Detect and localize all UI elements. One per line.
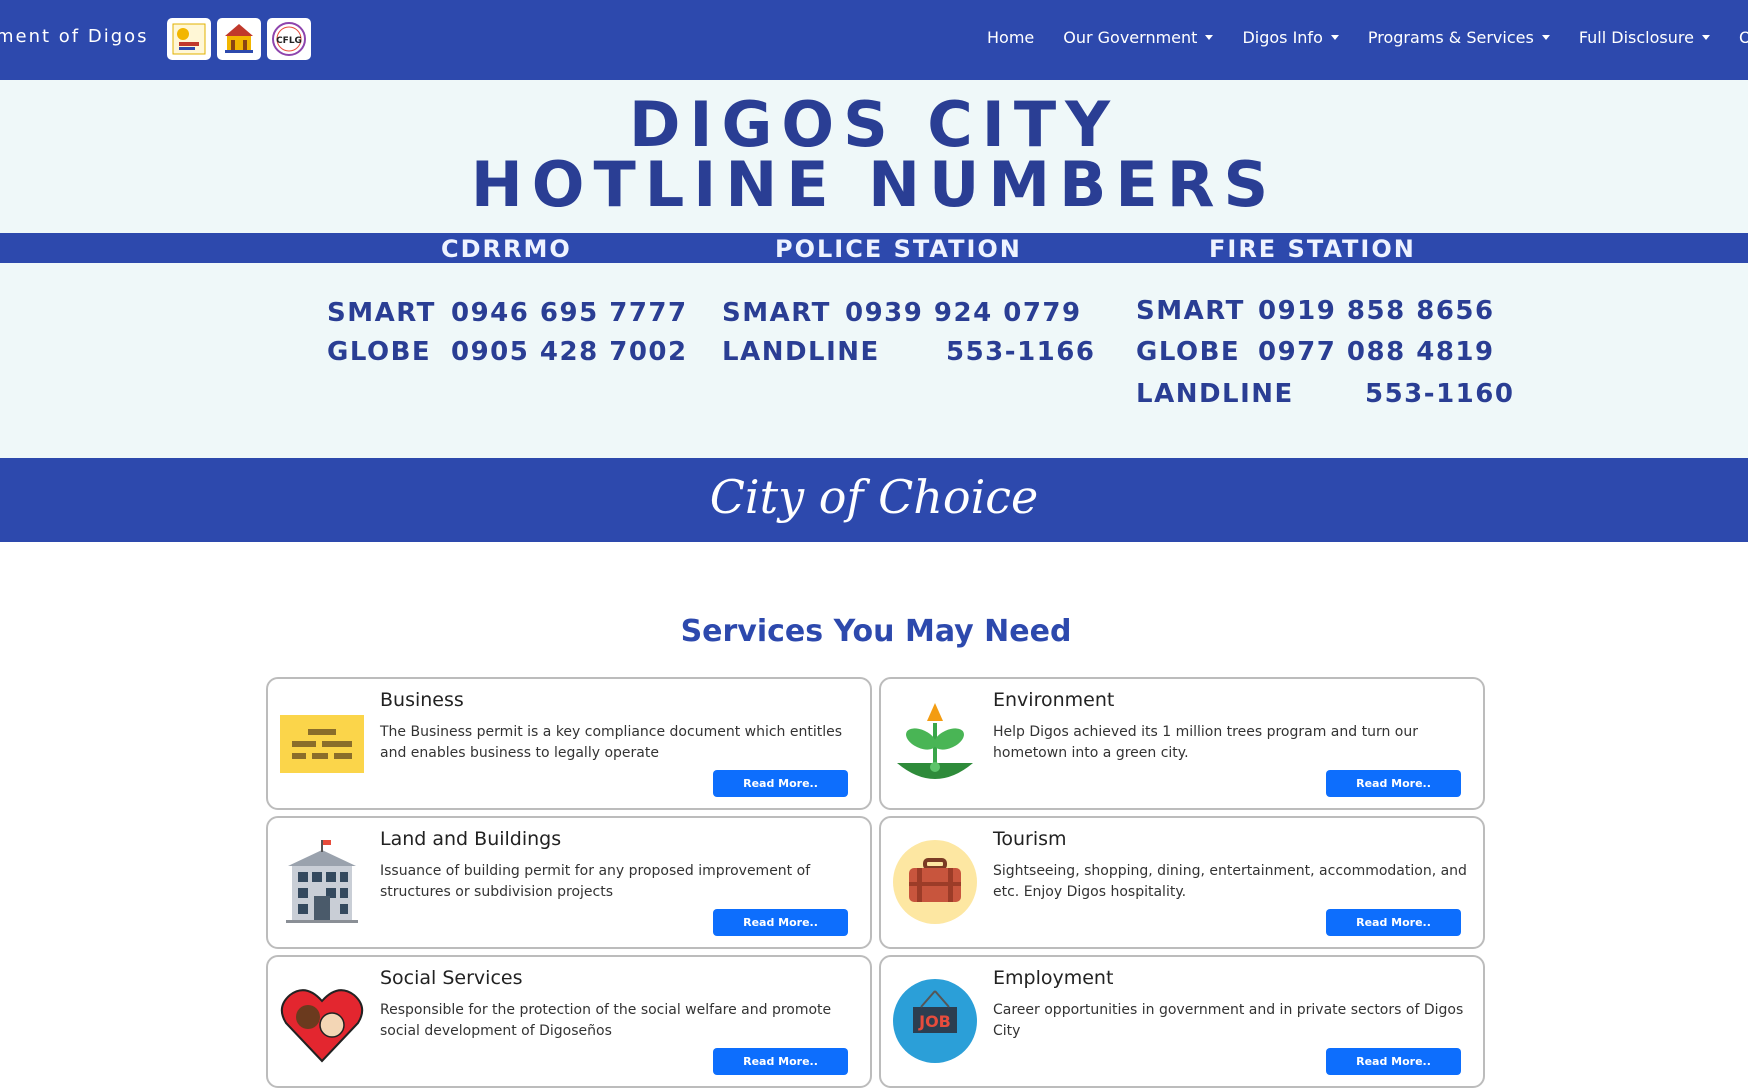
service-card-environment[interactable]: Environment Help Digos achieved its 1 mi… [879, 677, 1485, 810]
nav-home[interactable]: Home [987, 28, 1034, 47]
banner-title-line2: HOTLINE NUMBERS [470, 148, 1278, 221]
nav-our-government-label: Our Government [1063, 28, 1198, 47]
partner-logos: CFLG [167, 18, 311, 60]
nav-digos-info[interactable]: Digos Info [1242, 28, 1339, 47]
card-description: Responsible for the protection of the so… [380, 1002, 832, 1039]
card-title: Tourism [993, 828, 1067, 850]
police-number-1: 0939 924 0779 [845, 298, 1082, 328]
card-title: Land and Buildings [380, 828, 562, 850]
service-card-tourism[interactable]: Tourism Sightseeing, shopping, dining, e… [879, 816, 1485, 949]
card-title: Social Services [380, 967, 523, 989]
card-description: The Business permit is a key compliance … [380, 724, 843, 761]
read-more-button[interactable]: Read More.. [713, 770, 848, 797]
building-icon [278, 838, 366, 926]
service-card-business[interactable]: Business The Business permit is a key co… [266, 677, 872, 810]
chevron-down-icon [1701, 35, 1710, 40]
fire-number-3: 553-1160 [1365, 379, 1515, 409]
fire-number-2: 0977 088 4819 [1258, 337, 1495, 367]
police-carrier-1: SMART [722, 298, 831, 328]
nav-full-disclosure[interactable]: Full Disclosure [1579, 28, 1710, 47]
card-title: Employment [993, 967, 1114, 989]
site-brand-text[interactable]: ment of Digos [0, 26, 149, 47]
nav-ordinances-label: Ord [1738, 28, 1748, 47]
card-description: Career opportunities in government and i… [993, 1002, 1464, 1039]
fire-carrier-3: LANDLINE [1136, 379, 1294, 409]
seedling-icon [891, 699, 979, 787]
cflg-logo[interactable]: CFLG [267, 18, 311, 60]
service-card-employment[interactable]: JOB Employment Career opportunities in g… [879, 955, 1485, 1088]
main-nav: Home Our Government Digos Info Programs … [987, 28, 1748, 47]
nav-home-label: Home [987, 28, 1035, 47]
read-more-button[interactable]: Read More.. [1326, 909, 1461, 936]
police-number-2: 553-1166 [946, 337, 1096, 367]
nav-our-government[interactable]: Our Government [1063, 28, 1214, 47]
seal-logo-2[interactable] [217, 18, 261, 60]
nav-digos-info-label: Digos Info [1242, 28, 1323, 47]
banner-slogan-bar: City of Choice [0, 458, 1748, 542]
service-card-social-services[interactable]: Social Services Responsible for the prot… [266, 955, 872, 1088]
suitcase-icon [891, 838, 979, 926]
fire-carrier-2: GLOBE [1136, 337, 1241, 367]
cdrrmo-carrier-2: GLOBE [327, 337, 432, 367]
business-permit-icon [278, 699, 366, 787]
hotline-headings-stripe: CDRRMO POLICE STATION FIRE STATION [0, 233, 1748, 263]
read-more-button[interactable]: Read More.. [713, 1048, 848, 1075]
heart-hands-icon [278, 977, 366, 1065]
police-carrier-2: LANDLINE [722, 337, 880, 367]
seal-logo-1[interactable] [167, 18, 211, 60]
cflg-logo-text: CFLG [276, 36, 302, 46]
svg-text:JOB: JOB [918, 1012, 951, 1031]
heading-cdrrmo: CDRRMO [441, 235, 572, 263]
hotline-banner: DIGOS CITY HOTLINE NUMBERS CDRRMO POLICE… [0, 80, 1748, 542]
chevron-down-icon [1205, 35, 1214, 40]
nav-full-disclosure-label: Full Disclosure [1578, 28, 1694, 47]
read-more-button[interactable]: Read More.. [1326, 770, 1461, 797]
card-description: Help Digos achieved its 1 million trees … [993, 724, 1418, 761]
chevron-down-icon [1330, 35, 1339, 40]
heading-fire-station: FIRE STATION [1209, 235, 1416, 263]
service-card-land-buildings[interactable]: Land and Buildings Issuance of building … [266, 816, 872, 949]
cdrrmo-carrier-1: SMART [327, 298, 436, 328]
chevron-down-icon [1541, 35, 1550, 40]
heading-police-station: POLICE STATION [775, 235, 1022, 263]
job-sign-icon: JOB [891, 977, 979, 1065]
card-description: Issuance of building permit for any prop… [380, 863, 811, 900]
services-section-title: Services You May Need [680, 614, 1072, 649]
read-more-button[interactable]: Read More.. [713, 909, 848, 936]
cdrrmo-number-2: 0905 428 7002 [451, 337, 688, 367]
nav-programs-services[interactable]: Programs & Services [1368, 28, 1550, 47]
read-more-button[interactable]: Read More.. [1326, 1048, 1461, 1075]
card-description: Sightseeing, shopping, dining, entertain… [993, 863, 1467, 900]
fire-carrier-1: SMART [1136, 296, 1245, 326]
nav-programs-services-label: Programs & Services [1367, 28, 1534, 47]
city-slogan: City of Choice [709, 470, 1039, 524]
nav-ordinances[interactable]: Ord [1739, 28, 1748, 47]
cdrrmo-number-1: 0946 695 7777 [451, 298, 688, 328]
fire-number-1: 0919 858 8656 [1258, 296, 1495, 326]
card-title: Business [380, 689, 464, 711]
card-title: Environment [993, 689, 1115, 711]
top-navbar: ment of Digos CFLG Home Our Government D… [0, 0, 1748, 80]
